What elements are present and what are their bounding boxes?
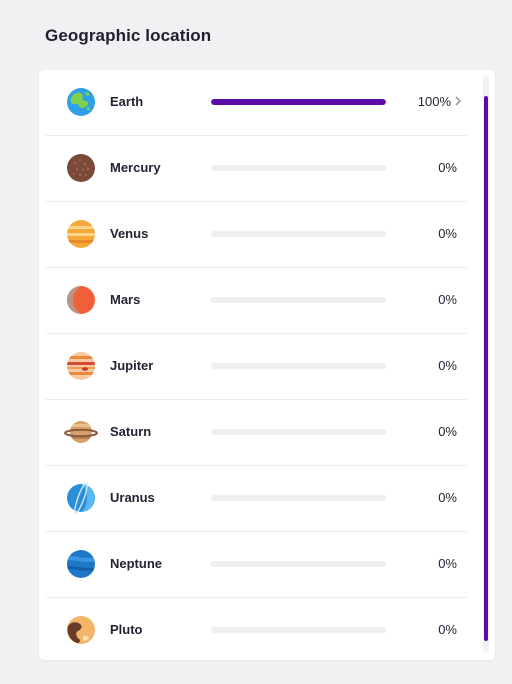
progress-track <box>211 99 386 105</box>
percent-value: 0% <box>438 556 457 571</box>
percent-value: 0% <box>438 226 457 241</box>
location-name: Earth <box>110 94 144 109</box>
location-name: Jupiter <box>110 358 154 373</box>
location-name: Saturn <box>110 424 152 439</box>
progress-track <box>211 231 386 237</box>
percent-value: 0% <box>438 622 457 637</box>
location-row-uranus[interactable]: Uranus 0% <box>46 466 467 532</box>
mercury-icon <box>67 154 95 182</box>
location-name: Venus <box>110 226 149 241</box>
progress-track <box>211 627 386 633</box>
mars-icon <box>67 286 95 314</box>
location-name: Mars <box>110 292 141 307</box>
progress-track <box>211 165 386 171</box>
chevron-right-icon <box>455 96 462 106</box>
uranus-icon <box>67 482 95 514</box>
location-row-mars[interactable]: Mars 0% <box>46 268 467 334</box>
percent-value: 0% <box>438 160 457 175</box>
location-list: Earth 100% Mercury 0% Venus 0% Mars 0% J… <box>46 70 467 664</box>
location-row-jupiter[interactable]: Jupiter 0% <box>46 334 467 400</box>
percent-value: 0% <box>438 292 457 307</box>
location-row-neptune[interactable]: Neptune 0% <box>46 532 467 598</box>
venus-icon <box>67 220 95 248</box>
progress-track <box>211 363 386 369</box>
progress-track <box>211 429 386 435</box>
location-name: Uranus <box>110 490 155 505</box>
pluto-icon <box>67 616 95 644</box>
section-title: Geographic location <box>45 26 212 45</box>
neptune-icon <box>67 550 95 578</box>
scrollbar-thumb[interactable] <box>484 96 488 641</box>
progress-track <box>211 297 386 303</box>
progress-track <box>211 561 386 567</box>
location-list-card: Earth 100% Mercury 0% Venus 0% Mars 0% J… <box>39 70 495 660</box>
progress-fill <box>211 99 386 105</box>
location-row-mercury[interactable]: Mercury 0% <box>46 136 467 202</box>
percent-value: 0% <box>438 490 457 505</box>
progress-track <box>211 495 386 501</box>
location-name: Neptune <box>110 556 162 571</box>
location-row-venus[interactable]: Venus 0% <box>46 202 467 268</box>
location-name: Mercury <box>110 160 161 175</box>
earth-icon <box>67 88 95 116</box>
saturn-icon <box>64 421 98 443</box>
jupiter-icon <box>67 352 95 380</box>
percent-value: 0% <box>438 358 457 373</box>
location-row-pluto[interactable]: Pluto 0% <box>46 598 467 664</box>
percent-value: 0% <box>438 424 457 439</box>
location-name: Pluto <box>110 622 143 637</box>
location-row-saturn[interactable]: Saturn 0% <box>46 400 467 466</box>
location-row-earth[interactable]: Earth 100% <box>46 70 467 136</box>
percent-value: 100% <box>417 94 451 109</box>
